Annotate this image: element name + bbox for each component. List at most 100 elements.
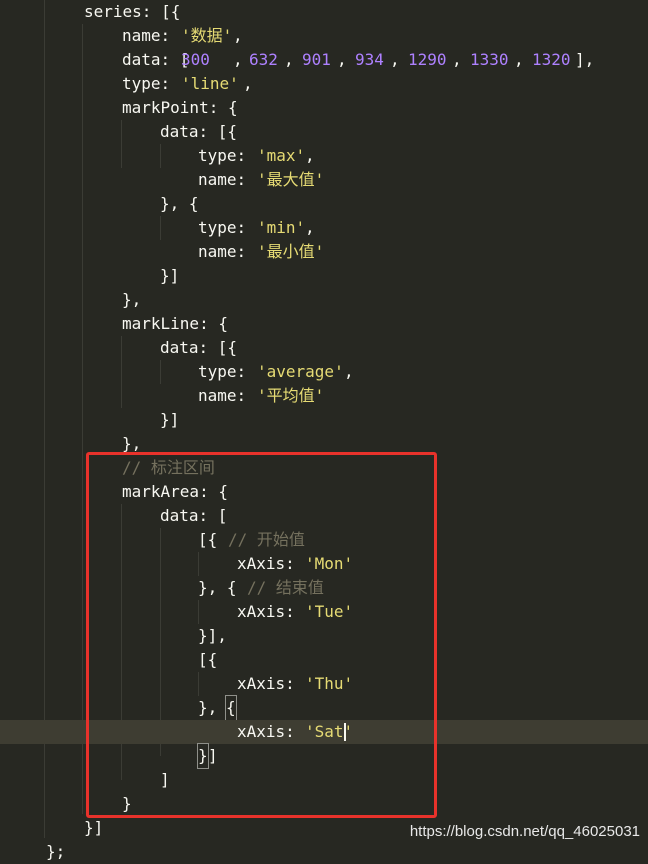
code-token: }] (160, 410, 180, 429)
code-token: , (305, 146, 315, 165)
code-line[interactable]: xAxis: 'Thu' (0, 672, 648, 696)
code-token: , (344, 362, 354, 381)
text-cursor (344, 723, 347, 741)
code-token: markPoint: { (122, 98, 238, 117)
code-line[interactable]: xAxis: 'Sat' (0, 720, 648, 744)
code-line[interactable]: name: '数据', (0, 24, 648, 48)
code-token: ], (575, 50, 595, 69)
code-token: }, (122, 290, 142, 309)
code-line[interactable]: }, (0, 432, 648, 456)
code-token: name: (122, 26, 180, 45)
code-line[interactable]: ] (0, 768, 648, 792)
code-token: }, (198, 698, 227, 717)
code-line[interactable]: type: 'average', (0, 360, 648, 384)
code-line[interactable]: name: '平均值' (0, 384, 648, 408)
code-line[interactable]: type: 'line', (0, 72, 648, 96)
number-literal: 1290 (408, 50, 447, 69)
code-token: type: (198, 146, 256, 165)
code-token: , (284, 50, 304, 69)
code-line[interactable]: data: [ (0, 504, 648, 528)
code-line[interactable]: name: '最小值' (0, 240, 648, 264)
code-comment: // 标注区间 (122, 458, 215, 477)
code-line[interactable]: // 标注区间 (0, 456, 648, 480)
code-line[interactable]: xAxis: 'Tue' (0, 600, 648, 624)
code-token: type: (198, 362, 256, 381)
number-literal: 1320 (532, 50, 571, 69)
code-token: name: (198, 386, 256, 405)
code-line[interactable]: data: [300, 632, 901, 934, 1290, 1330, 1… (0, 48, 648, 72)
code-line[interactable]: markArea: { (0, 480, 648, 504)
number-literal: 300 (181, 50, 210, 69)
code-line[interactable]: data: [{ (0, 120, 648, 144)
code-line[interactable]: }] (0, 264, 648, 288)
string-literal: '平均值' (257, 386, 325, 405)
code-token: data: [{ (160, 338, 238, 357)
code-token: , (305, 218, 315, 237)
code-token: , (514, 50, 534, 69)
code-token: }, { (198, 578, 247, 597)
code-line[interactable]: [{ // 开始值 (0, 528, 648, 552)
code-editor[interactable]: series: [{ name: '数据', data: [300, 632, 90… (0, 0, 648, 861)
code-line[interactable]: }, (0, 288, 648, 312)
code-line[interactable]: }] (0, 408, 648, 432)
string-literal: 'Tue' (305, 602, 354, 621)
code-line[interactable]: markPoint: { (0, 96, 648, 120)
code-line[interactable]: }, { // 结束值 (0, 576, 648, 600)
string-literal: 'Mon' (305, 554, 354, 573)
code-line[interactable]: data: [{ (0, 336, 648, 360)
string-literal: '最小值' (257, 242, 325, 261)
code-comment: // 结束值 (247, 578, 324, 597)
string-literal: 'max' (257, 146, 306, 165)
code-token: }] (84, 818, 104, 837)
code-token: , (452, 50, 472, 69)
code-line[interactable]: series: [{ (0, 0, 648, 24)
code-line[interactable]: }; (0, 840, 648, 864)
code-token: , (243, 74, 253, 93)
string-literal: '最大值' (257, 170, 325, 189)
code-token: data: [ (122, 50, 190, 69)
code-line[interactable]: }] (0, 743, 648, 769)
code-token: [{ (198, 530, 227, 549)
code-line[interactable]: } (0, 792, 648, 816)
code-line[interactable]: }, { (0, 192, 648, 216)
code-token: }, { (160, 194, 199, 213)
code-token: xAxis: (237, 674, 305, 693)
code-line[interactable]: markLine: { (0, 312, 648, 336)
string-literal: 'Thu' (305, 674, 354, 693)
code-token: xAxis: (237, 722, 305, 741)
number-literal: 1330 (470, 50, 509, 69)
code-comment: // 开始值 (228, 530, 305, 549)
code-token: series: [{ (84, 2, 181, 21)
watermark-text: https://blog.csdn.net/qq_46025031 (409, 823, 640, 840)
string-literal: 'average' (257, 362, 344, 381)
code-token: name: (198, 170, 256, 189)
string-literal: 'min' (257, 218, 306, 237)
code-token: data: [ (160, 506, 228, 525)
code-token: }] (160, 266, 180, 285)
code-line[interactable]: type: 'min', (0, 216, 648, 240)
code-token: , (390, 50, 410, 69)
matched-bracket: } (197, 743, 209, 769)
matched-bracket: { (225, 695, 237, 721)
code-token: , (233, 26, 243, 45)
string-literal: 'line' (181, 74, 239, 93)
number-literal: 901 (302, 50, 331, 69)
number-literal: 934 (355, 50, 384, 69)
code-line[interactable]: [{ (0, 648, 648, 672)
code-token: }; (46, 842, 66, 861)
code-token: markArea: { (122, 482, 228, 501)
code-line[interactable]: name: '最大值' (0, 168, 648, 192)
code-token: }, (122, 434, 142, 453)
code-token: type: (198, 218, 256, 237)
code-token: ] (208, 746, 218, 765)
code-line[interactable]: }], (0, 624, 648, 648)
code-token: markLine: { (122, 314, 228, 333)
code-token: }], (198, 626, 227, 645)
code-token: } (122, 794, 132, 813)
code-line[interactable]: }, { (0, 695, 648, 721)
code-token: data: [{ (160, 122, 238, 141)
code-line[interactable]: type: 'max', (0, 144, 648, 168)
code-token: name: (198, 242, 256, 261)
code-token: ] (160, 770, 170, 789)
code-line[interactable]: xAxis: 'Mon' (0, 552, 648, 576)
